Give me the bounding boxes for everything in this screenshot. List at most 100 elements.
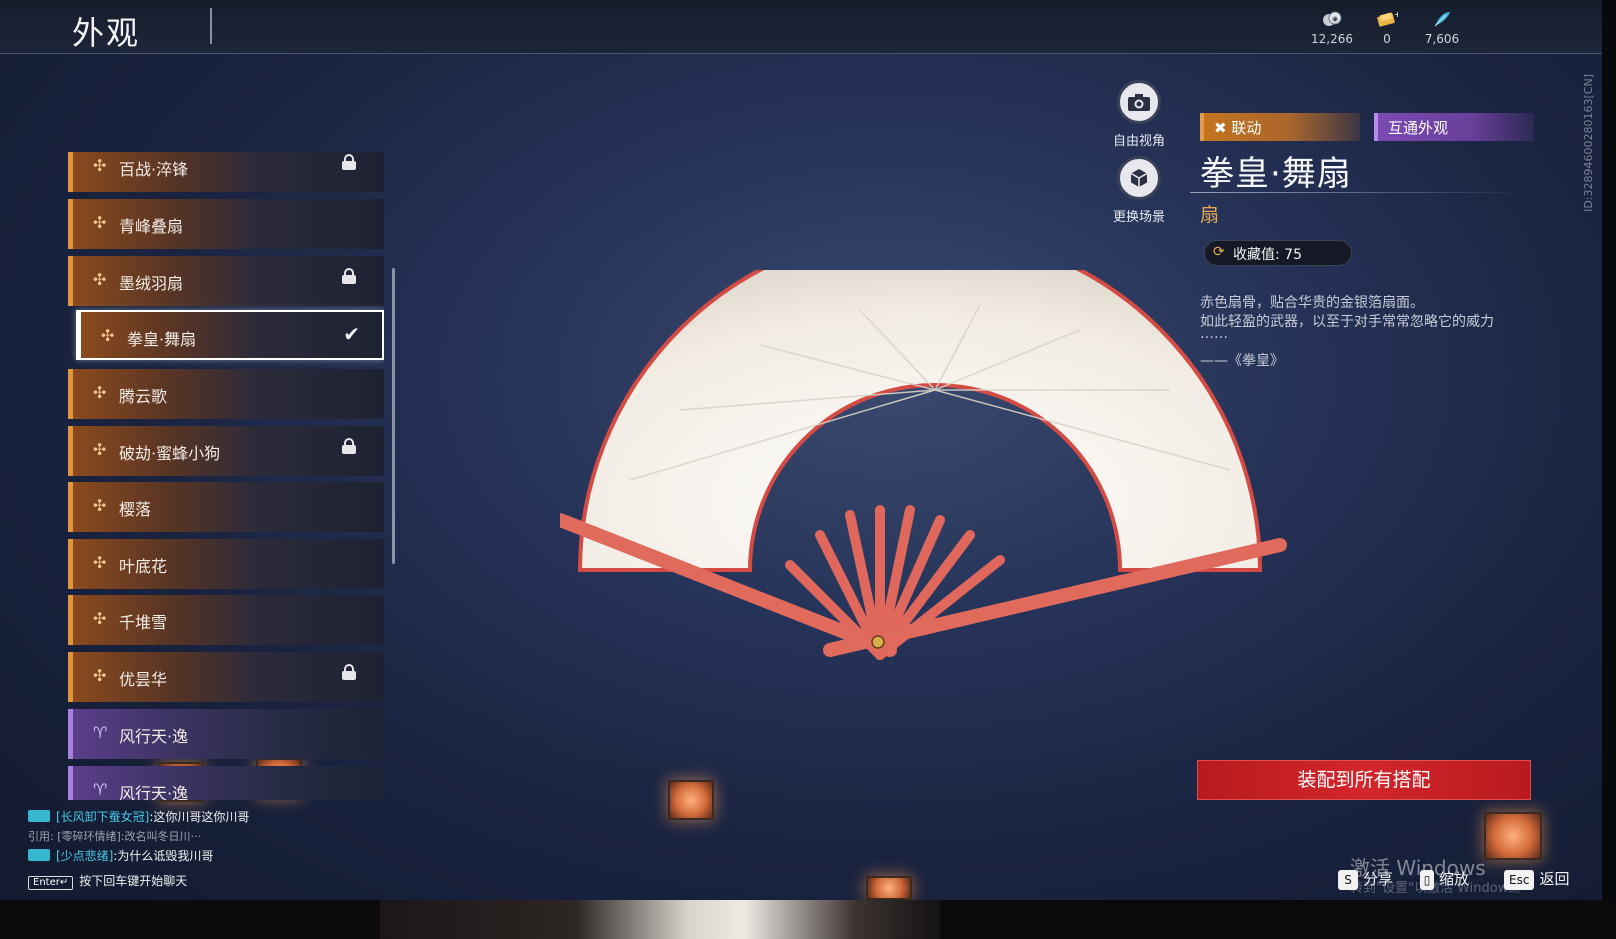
ticket-icon: + [1357,10,1417,32]
list-item[interactable]: ✣ 破劫·蜜蜂小狗 [68,426,384,476]
rarity-icon: ✣ [93,213,107,232]
currency-coins: ◉ 12,266 [1302,10,1362,46]
list-item[interactable]: ✣ 叶底花 [68,539,384,589]
appearance-list[interactable]: ✣ 百战·淬锋 ✣ 青峰叠扇 ✣ 墨绒羽扇 ✣ 拳皇·舞扇 ✔ ✣ 腾云歌 ✣ … [68,152,384,800]
chat-channel-icon [28,810,50,822]
list-item[interactable]: ✣ 千堆雪 [68,595,384,645]
lock-icon [342,438,356,454]
list-item-label: 百战·淬锋 [119,160,189,179]
list-scrollbar[interactable] [392,268,395,564]
rarity-icon: ✣ [93,496,107,515]
check-icon: ✔ [343,322,360,346]
collection-value: 收藏值: 75 [1233,247,1302,263]
currency-feathers: 7,606 [1412,10,1472,46]
share-label: 分享 [1363,870,1394,888]
chat-input-hint[interactable]: Enter↵ 按下回车键开始聊天 [28,872,187,890]
item-description-line: 赤色扇骨，贴合华贵的金银箔扇面。 [1200,295,1424,311]
camera-icon [1117,80,1161,124]
chat-sender[interactable]: [少点悲绪] [56,849,113,863]
collection-value-badge: ⟳ 收藏值: 75 [1204,240,1352,266]
top-bar: 外观 ◉ 12,266 + 0 7,606 [0,0,1602,54]
rarity-icon: ✣ [93,270,107,289]
window-edge [1602,0,1616,900]
list-item-label: 破劫·蜜蜂小狗 [119,444,221,463]
shared-tag-label: 互通外观 [1388,119,1449,137]
rarity-icon: ✣ [93,553,107,572]
currency-feathers-value: 7,606 [1424,32,1460,46]
svg-text:+: + [1394,10,1398,19]
list-item-label: 樱落 [119,500,152,519]
item-name: 拳皇·舞扇 [1200,154,1352,194]
chat-hint-text: 按下回车键开始聊天 [79,874,188,888]
list-item[interactable]: ✣ 优昙华 [68,652,384,702]
esc-key: Esc [1504,870,1535,890]
coin-stack-icon: ◉ [1302,10,1362,32]
rarity-icon: ✣ [93,156,107,175]
list-item[interactable]: ♈ 风行天·逸 [68,709,384,759]
rarity-icon: ♈ [93,723,108,742]
chat-sender[interactable]: [长风卸下蚕女冠] [56,810,149,824]
currency-tickets: + 0 [1357,10,1417,46]
lantern [866,876,912,900]
player-id: ID:32894600280163[CN] [1582,74,1595,212]
lantern [668,780,714,820]
list-item-label: 风行天·逸 [119,784,189,800]
list-item-label: 优昙华 [119,670,168,689]
list-item-label: 风行天·逸 [119,727,189,746]
rarity-icon: ✣ [93,440,107,459]
lock-icon [342,268,356,284]
share-hint[interactable]: S 分享 [1338,868,1393,890]
change-scene-label: 更换场景 [1112,210,1165,225]
item-type: 扇 [1200,204,1220,226]
lantern [1484,812,1542,860]
change-scene-button[interactable]: 更换场景 [1104,156,1174,225]
collab-tag-label: 联动 [1231,119,1262,137]
list-item-label: 腾云歌 [119,387,168,406]
lock-icon [342,664,356,680]
collection-icon: ⟳ [1213,244,1225,260]
cube-icon [1117,156,1161,200]
equip-to-all-button[interactable]: 装配到所有搭配 [1197,760,1531,800]
lock-icon [342,154,356,170]
svg-text:◉: ◉ [1332,15,1338,23]
list-item-label: 叶底花 [119,557,168,576]
page-title: 外观 [72,14,141,52]
collab-tag: ✖ 联动 [1200,113,1360,141]
zoom-hint[interactable]: ▯ 缩放 [1420,868,1469,890]
enter-key-icon: Enter↵ [28,876,74,890]
shared-appearance-tag: 互通外观 [1374,113,1534,141]
collab-icon: ✖ [1214,119,1227,137]
currency-tickets-value: 0 [1383,32,1391,46]
free-view-button[interactable]: 自由视角 [1104,80,1174,149]
list-item-label: 墨绒羽扇 [119,274,184,293]
item-description-line: 如此轻盈的武器，以至于对手常常忽略它的威力 [1200,314,1494,330]
item-description-line: …… [1200,326,1228,342]
list-item[interactable]: ✣ 墨绒羽扇 [68,256,384,306]
list-item-label: 拳皇·舞扇 [127,330,197,349]
item-description-source: ——《拳皇》 [1200,353,1284,369]
currency-coins-value: 12,266 [1311,32,1353,46]
list-item[interactable]: ♈ 风行天·逸 [68,766,384,800]
chat-message: [少点悲绪]:为什么诋毁我川哥 [28,847,213,864]
chat-message: [长风卸下蚕女冠]:这你川哥这你川哥 [28,808,249,825]
bottom-overlay-image [380,900,940,939]
list-item-selected[interactable]: ✣ 拳皇·舞扇 ✔ [76,310,384,360]
rarity-icon: ✣ [101,326,115,345]
list-item[interactable]: ✣ 青峰叠扇 [68,199,384,249]
feather-icon [1412,10,1472,32]
rarity-icon: ✣ [93,383,107,402]
list-item-label: 青峰叠扇 [119,217,184,236]
share-key: S [1338,870,1358,890]
list-item[interactable]: ✣ 百战·淬锋 [68,152,384,192]
chat-text: :这你川哥这你川哥 [149,810,250,824]
chat-channel-icon [28,849,50,861]
free-view-label: 自由视角 [1112,134,1165,149]
chat-quote-text: 引用: [零碎环情绪]:改名叫冬日川··· [28,830,201,843]
zoom-label: 缩放 [1439,870,1470,888]
list-item[interactable]: ✣ 樱落 [68,482,384,532]
chat-quote: 引用: [零碎环情绪]:改名叫冬日川··· [28,828,201,844]
title-divider [210,8,212,44]
chat-text: :为什么诋毁我川哥 [113,849,214,863]
back-hint[interactable]: Esc 返回 [1504,868,1569,890]
list-item[interactable]: ✣ 腾云歌 [68,369,384,419]
